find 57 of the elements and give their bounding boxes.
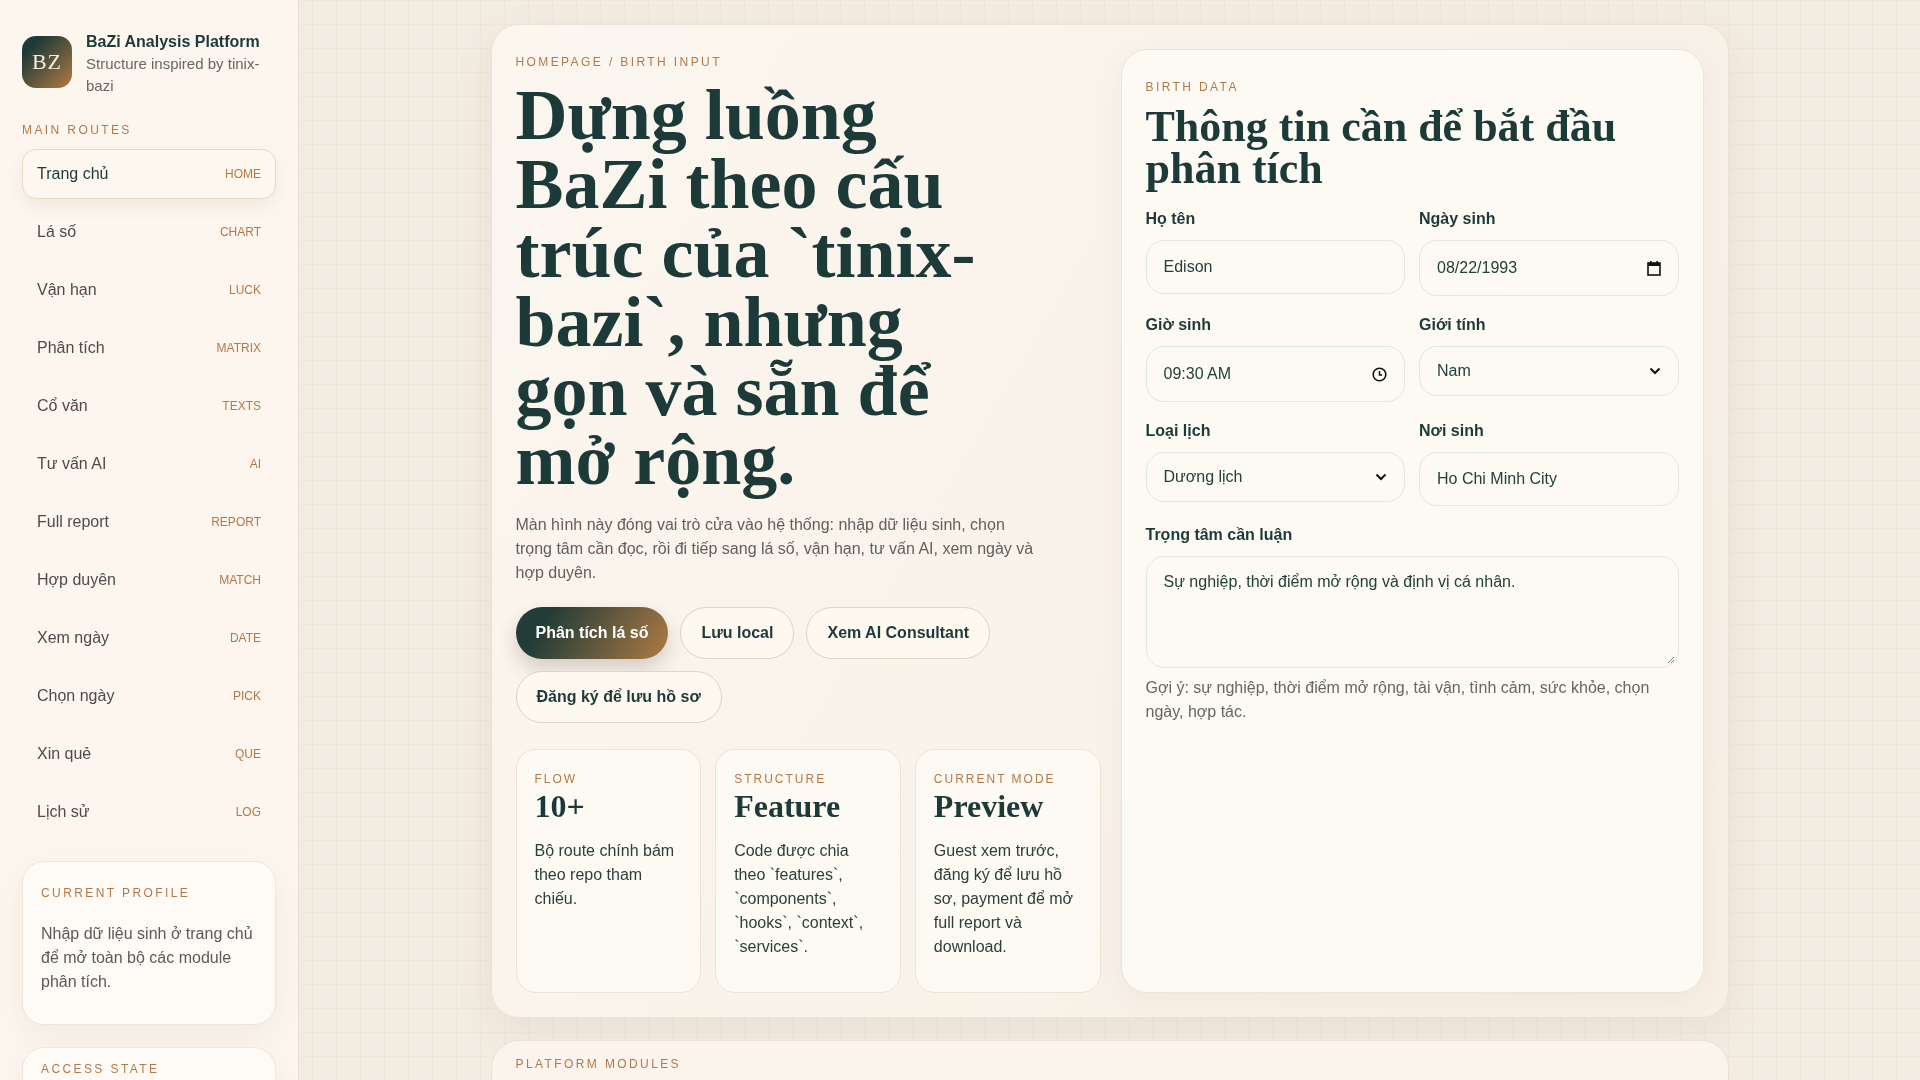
form-eyebrow: BIRTH DATA [1145, 80, 1240, 94]
field-label: Loại lịch [1145, 422, 1212, 440]
stat-label: CURRENT MODE [933, 772, 1057, 786]
brand-title: BaZi Analysis Platform [86, 33, 261, 51]
nav-item[interactable]: Chọn ngày PICK [22, 671, 276, 721]
field-label: Giới tính [1419, 316, 1487, 334]
resize-handle-icon [1666, 656, 1675, 664]
form-title: Thông tin cần để bắt đầu phân tích [1145, 106, 1618, 190]
nav-item[interactable]: Tư vấn AI AI [22, 439, 276, 489]
secondary-button[interactable]: Xem AI Consultant [806, 607, 991, 659]
field-label: Giờ sinh [1145, 316, 1213, 334]
section-heading: PLATFORM MODULES [515, 1057, 683, 1071]
nav-item[interactable]: Lịch sử LOG [22, 787, 276, 837]
primary-button[interactable]: Phân tích lá số [515, 607, 669, 659]
profile-text: Nhập dữ liệu sinh ở trang chủ để mở toàn bộ các module phân tích. [41, 924, 254, 992]
date-field[interactable]: 08/22/1993 [1419, 240, 1679, 296]
field-label: Nơi sinh [1419, 422, 1485, 440]
secondary-button[interactable]: Lưu local [680, 607, 795, 659]
stat-value: Preview [933, 788, 1045, 825]
nav-item[interactable]: Full report REPORT [22, 497, 276, 547]
brand-logo: BZ [22, 36, 72, 88]
clock-icon [1372, 366, 1387, 382]
nav-item[interactable]: Vận hạn LUCK [22, 265, 276, 315]
nav-item[interactable]: Trang chủ HOME [22, 149, 276, 199]
breadcrumb: HOMEPAGE / BIRTH INPUT [515, 55, 723, 69]
text-field[interactable]: Edison [1145, 240, 1405, 294]
nav-item[interactable]: Xem ngày DATE [22, 613, 276, 663]
stat-value: 10+ [534, 788, 586, 825]
chevron-down-icon [1648, 367, 1661, 375]
stat-description: Guest xem trước, đăng ký để lưu hồ sơ, payment để mở full report và download. [933, 841, 1075, 957]
brand-subtitle: Structure inspired by tinix-bazi [86, 54, 261, 96]
stat-description: Code được chia theo `features`, `components`, `hooks`, `context`, `services`. [734, 841, 865, 957]
nav-item[interactable]: Phân tích MATRIX [22, 323, 276, 373]
stat-label: FLOW [534, 772, 579, 786]
field-label: Trọng tâm cần luận [1145, 526, 1294, 544]
text-field[interactable]: Ho Chi Minh City [1419, 452, 1679, 506]
section-heading: MAIN ROUTES [22, 123, 133, 137]
card-heading: CURRENT PROFILE [41, 886, 192, 900]
field-label: Ngày sinh [1419, 210, 1497, 228]
select-field[interactable]: Dương lịch [1145, 452, 1405, 502]
field-hint: Gợi ý: sự nghiệp, thời điểm mở rộng, tài vận, tình cảm, sức khỏe, chọn ngày, hợp tác. [1145, 678, 1651, 722]
text-area[interactable]: Sự nghiệp, thời điểm mở rộng và định vị cá nhân. [1145, 556, 1679, 668]
stat-description: Bộ route chính bám theo repo tham chiếu. [534, 841, 676, 909]
chevron-down-icon [1375, 473, 1387, 481]
nav-item[interactable]: Cổ văn TEXTS [22, 381, 276, 431]
select-field[interactable]: Nam [1419, 346, 1679, 396]
stat-value: Feature [734, 788, 842, 825]
field-label: Họ tên [1145, 210, 1197, 228]
hero-description: Màn hình này đóng vai trò cửa vào hệ thống: nhập dữ liệu sinh, chọn trọng tâm cần đọc, rồi đi tiếp sang lá số, vận hạn, tư vấn AI, xem ngày và hợp duyên. [515, 515, 1035, 583]
card-heading: ACCESS STATE [41, 1062, 161, 1076]
calendar-icon [1646, 260, 1661, 276]
nav-item[interactable]: Xin quẻ QUE [22, 729, 276, 779]
stat-label: STRUCTURE [734, 772, 828, 786]
time-field[interactable]: 09:30 AM [1145, 346, 1405, 402]
nav-item[interactable]: Hợp duyên MATCH [22, 555, 276, 605]
nav-item[interactable]: Lá số CHART [22, 207, 276, 257]
secondary-button[interactable]: Đăng ký để lưu hồ sơ [515, 671, 722, 723]
